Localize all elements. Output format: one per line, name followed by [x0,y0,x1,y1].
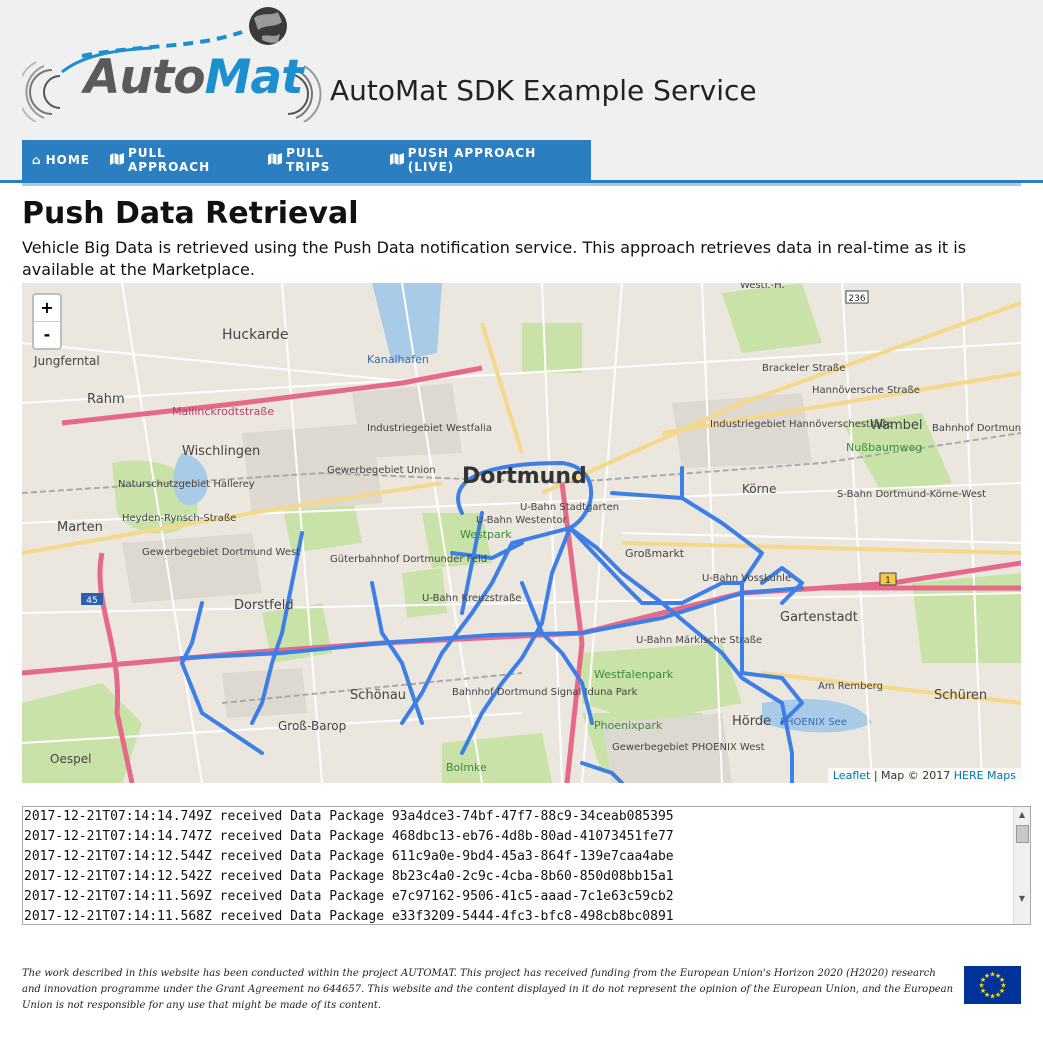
map-label: Dorstfeld [234,598,294,613]
automat-logo[interactable]: AutoMat [17,4,322,123]
nav-divider-light [22,183,1021,186]
main-navbar: ⌂ HOME PULL APPROACH PULL TRIPS PUSH APP… [22,140,591,180]
zoom-in-button[interactable]: + [34,295,60,321]
log-scrollbar[interactable]: ▲ ▼ [1013,807,1030,924]
map-label: Rahm [87,392,125,407]
log-line: 2017-12-21T07:14:14.747Z received Data P… [24,829,674,844]
page-title: Push Data Retrieval [22,196,359,231]
scroll-down-icon[interactable]: ▼ [1014,891,1030,907]
road-shield-236: 236 [848,294,865,304]
map-label: Groß-Barop [278,719,346,733]
nav-push-approach-live[interactable]: PUSH APPROACH (LIVE) [380,140,591,180]
intro-text: Vehicle Big Data is retrieved using the … [22,238,967,279]
nav-pull-approach-label: PULL APPROACH [127,146,211,174]
map-label: U-Bahn Kreuzstraße [422,593,521,604]
eu-star-icon: ★ [995,991,1001,999]
map-label: Körne [742,482,776,496]
log-line: 2017-12-21T07:14:12.542Z received Data P… [24,869,674,884]
map-label: Großmarkt [625,547,685,560]
map-label: U-Bahn Märkische Straße [636,635,762,646]
map-label: Dortmund [462,464,587,489]
map-label: U-Bahn Westentor [476,515,568,526]
nav-home[interactable]: ⌂ HOME [22,140,100,180]
map-view[interactable]: Dortmund Huckarde Jungferntal Rahm Wischling… [22,283,1021,783]
service-title: AutoMat SDK Example Service [330,74,757,107]
nav-push-approach-live-label: PUSH APPROACH (LIVE) [407,146,537,174]
nav-pull-trips-label: PULL TRIPS [286,146,331,174]
log-line: 2017-12-21T07:14:11.568Z received Data P… [24,909,674,924]
map-label: Schönau [350,688,406,703]
road-shield-1: 1 [885,576,891,586]
map-attribution: Leaflet | Map © 2017 HERE Maps [827,768,1021,783]
map-label: Hörde [732,714,771,729]
map-label: Phoenixpark [594,719,663,732]
funding-disclaimer: The work described in this website has b… [22,968,954,1011]
map-label: Am Remberg [818,681,883,692]
map-label: Industriegebiet Hannöverschestraße [710,419,893,430]
map-label: PHOENIX See [780,717,847,728]
map-icon [389,152,404,168]
map-label: Gartenstadt [780,610,858,625]
map-label: Westpark [460,528,512,541]
map-icon [109,152,124,168]
map-label: Industriegebiet Westfalia [367,423,492,434]
map-label: Naturschutzgebiet Hallerey [118,479,255,490]
scroll-thumb[interactable] [1016,825,1029,843]
nav-pull-trips[interactable]: PULL TRIPS [258,140,380,180]
map-label: Nußbaumweg [846,441,922,454]
map-label: Heyden-Rynsch-Straße [122,513,236,524]
map-label: Westf.-H. [740,283,785,291]
map-label: Gewerbegebiet Union [327,465,436,476]
zoom-out-button[interactable]: - [34,321,60,348]
map-tiles[interactable]: Dortmund Huckarde Jungferntal Rahm Wischling… [22,283,1021,783]
road-shield-45: 45 [86,596,97,606]
here-maps-link[interactable]: HERE Maps [954,769,1016,782]
zoom-control: + - [32,293,62,350]
map-label: Marten [57,520,103,535]
map-label: Westfalenpark [594,668,674,681]
map-label: U-Bahn Stadtgarten [520,502,619,513]
map-label: Güterbahnhof Dortmunder Feld [330,554,487,565]
leaflet-link[interactable]: Leaflet [833,769,870,782]
logo-wordmark: AutoMat [84,54,304,101]
nav-home-label: HOME [45,153,90,167]
map-label: Mallinckrodtstraße [172,405,274,418]
map-label: Bolmke [446,761,487,774]
attribution-separator: | Map © 2017 [870,769,954,782]
log-line: 2017-12-21T07:14:12.544Z received Data P… [24,849,674,864]
map-label: Huckarde [222,327,289,343]
map-label: Oespel [50,752,91,766]
home-icon: ⌂ [32,153,42,167]
eu-star-icon: ★ [989,993,995,1001]
map-label: Jungferntal [33,354,100,368]
logo-text-auto: Auto [84,50,206,105]
map-label: Kanalhafen [367,353,429,366]
map-label: Schüren [934,688,987,703]
map-label: Wischlingen [182,444,260,459]
map-label: Hannöversche Straße [812,385,920,396]
eu-star-icon: ★ [999,976,1005,984]
log-line: 2017-12-21T07:14:14.749Z received Data P… [24,809,674,824]
map-label: U-Bahn Vosskuhle [702,573,791,584]
notification-log[interactable]: 2017-12-21T07:14:14.749Z received Data P… [22,806,1031,925]
scroll-up-icon[interactable]: ▲ [1014,807,1030,823]
map-icon [268,152,283,168]
map-label: Brackeler Straße [762,363,845,374]
map-label: Bahnhof Dortmund Signal Iduna Park [452,687,638,698]
map-label: Gewerbegebiet PHOENIX West [612,742,765,753]
map-label: S-Bahn Dortmund-Körne-West [837,489,986,500]
nav-pull-approach[interactable]: PULL APPROACH [100,140,258,180]
map-label: Gewerbegebiet Dortmund West [142,547,300,558]
log-line: 2017-12-21T07:14:11.569Z received Data P… [24,889,674,904]
logo-text-mat: Mat [204,50,304,105]
map-label: Bahnhof Dortmund Knappschaftskh. [932,423,1021,434]
eu-flag-icon: ★ ★ ★ ★ ★ ★ ★ ★ ★ ★ ★ ★ [964,966,1021,1004]
